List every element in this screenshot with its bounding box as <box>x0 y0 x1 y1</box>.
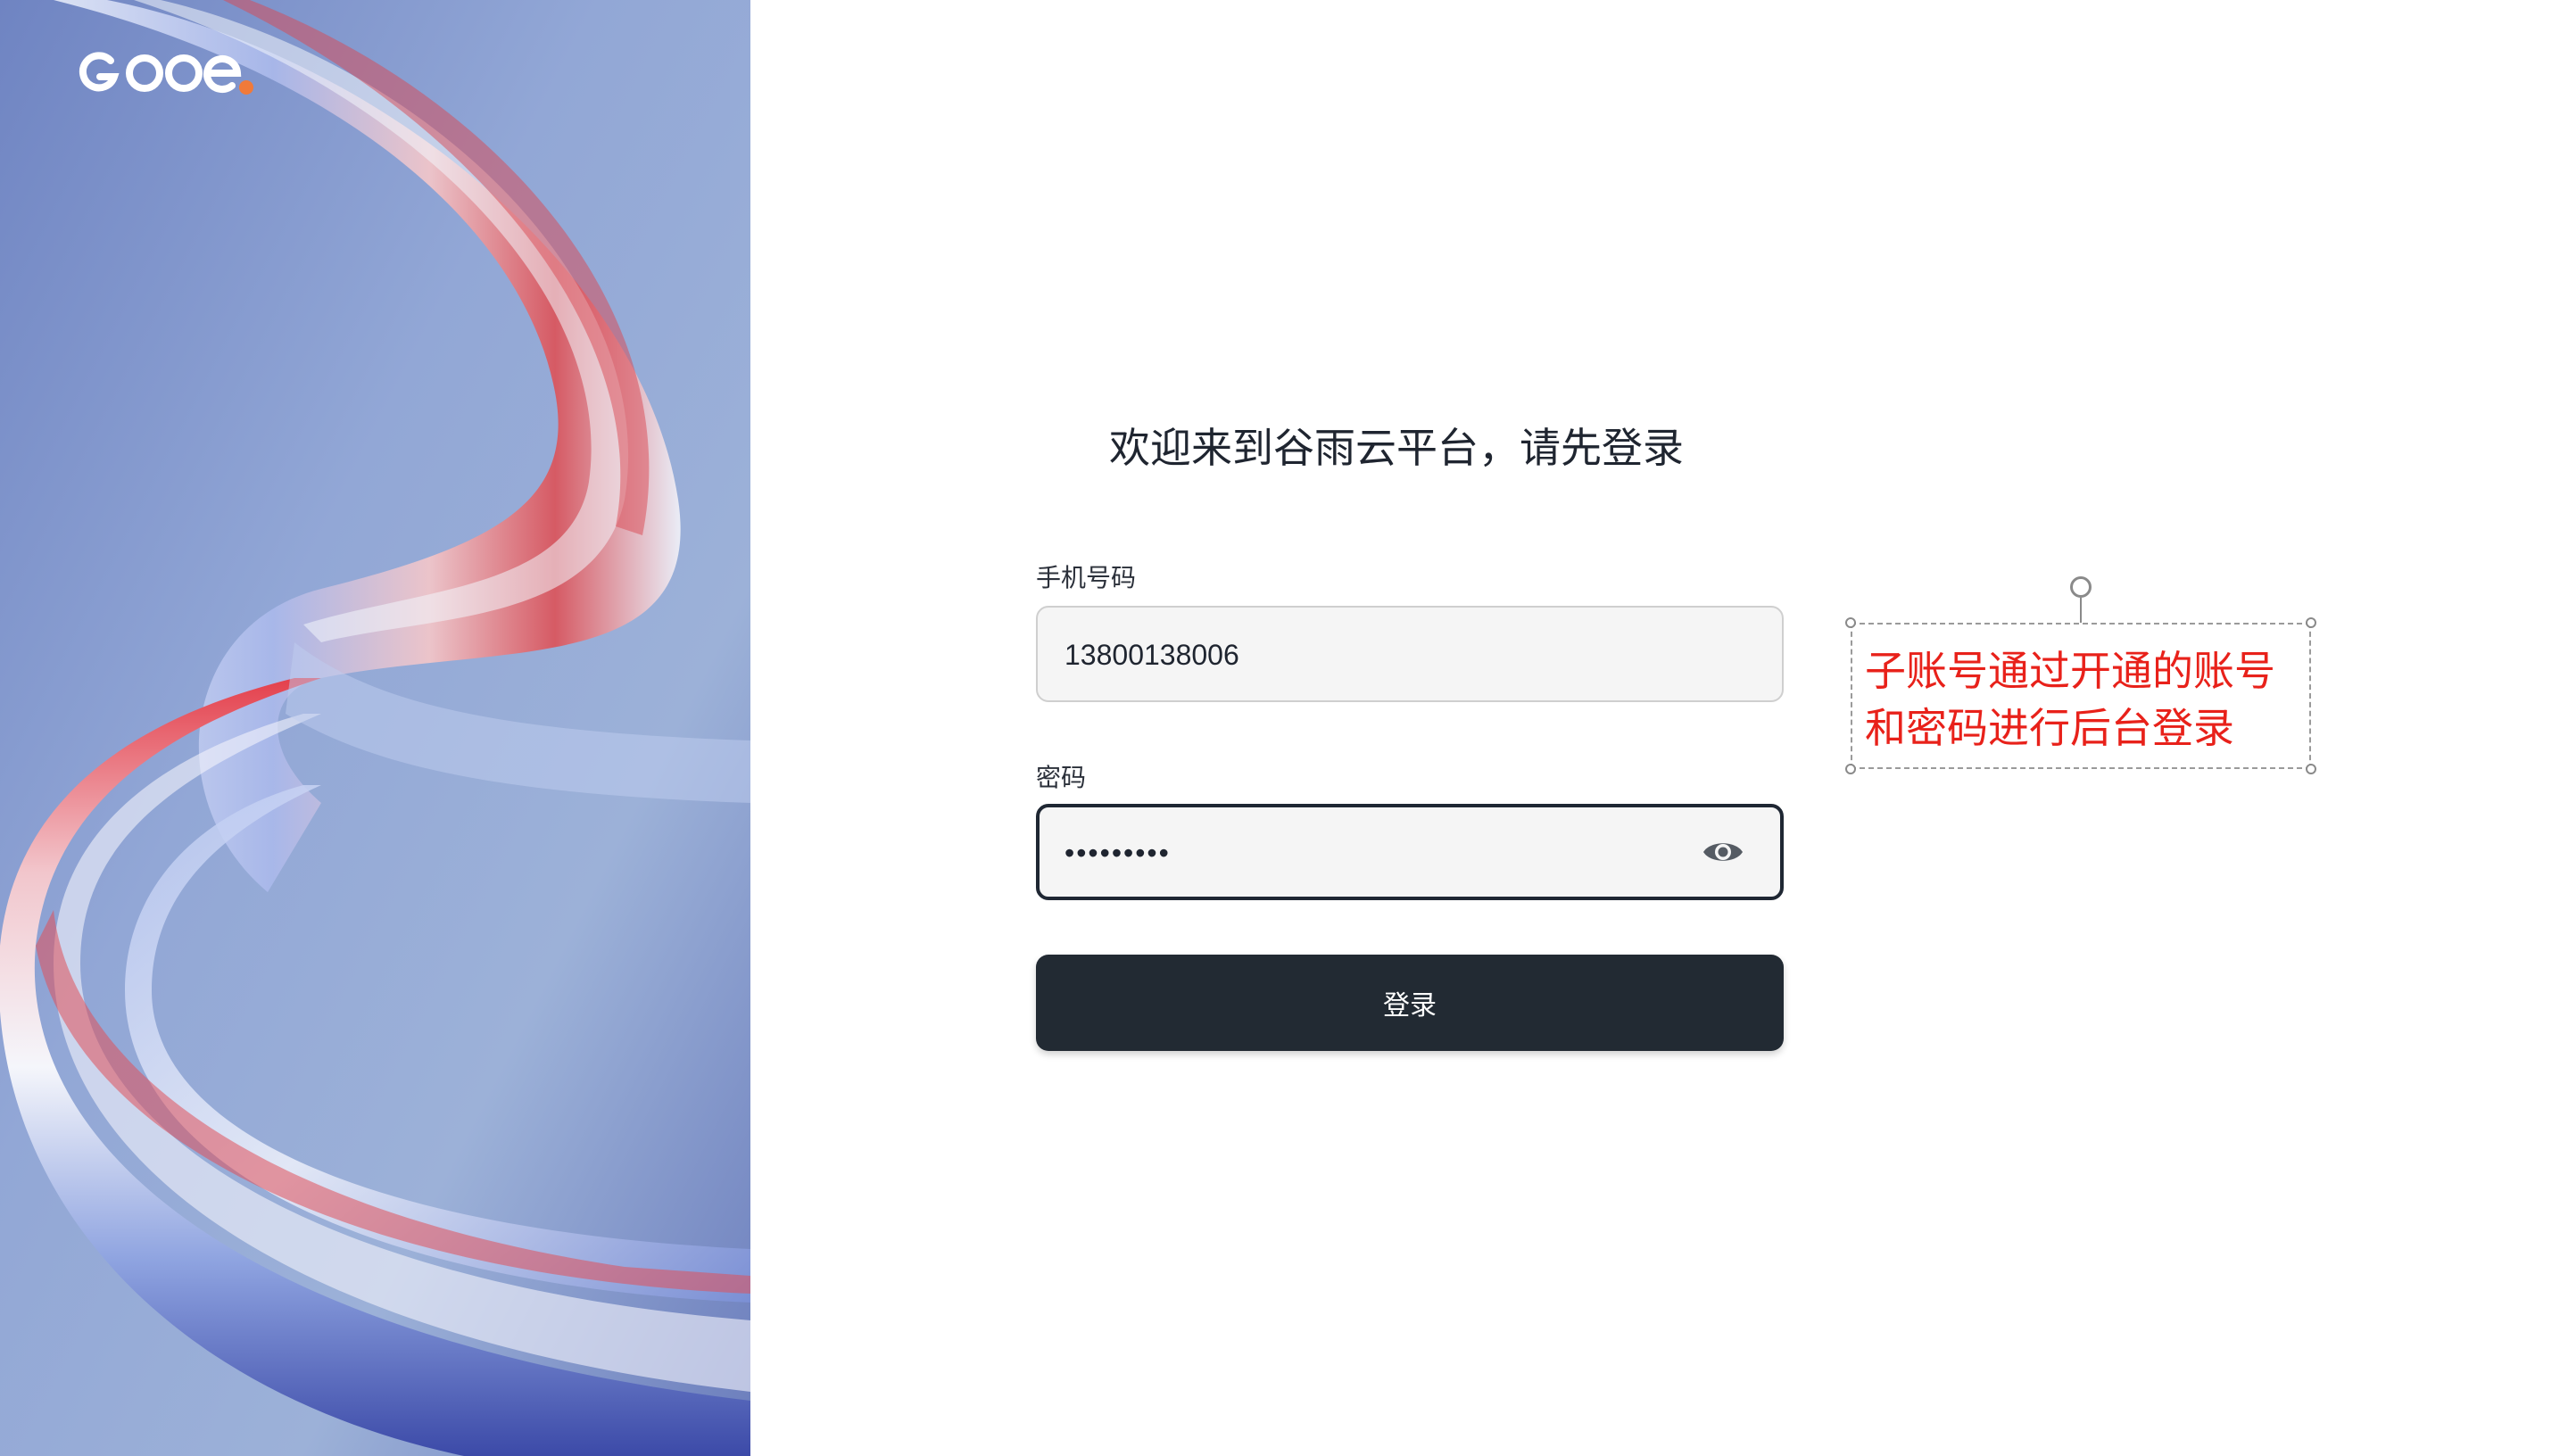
resize-handle-bottom-right[interactable] <box>2306 764 2316 774</box>
phone-label: 手机号码 <box>1036 563 1137 592</box>
password-label: 密码 <box>1036 763 1087 792</box>
rotate-handle-line <box>2080 598 2082 623</box>
eye-icon[interactable] <box>1702 838 1744 866</box>
annotation-textbox[interactable]: 子账号通过开通的账号 和密码进行后台登录 <box>1851 623 2311 769</box>
rotate-handle[interactable] <box>2070 576 2092 598</box>
gooe-logo-icon <box>79 52 253 95</box>
phone-field[interactable] <box>1036 606 1784 702</box>
annotation-text: 子账号通过开通的账号 和密码进行后台登录 <box>1865 642 2311 757</box>
hero-artwork-panel <box>0 0 750 1456</box>
resize-handle-top-right[interactable] <box>2306 617 2316 628</box>
resize-handle-bottom-left[interactable] <box>1845 764 1856 774</box>
login-button[interactable]: 登录 <box>1036 955 1784 1051</box>
annotation-line-1: 子账号通过开通的账号 <box>1865 647 2275 695</box>
phone-input[interactable] <box>1063 608 1691 702</box>
ribbon-artwork <box>0 0 750 1456</box>
resize-handle-top-left[interactable] <box>1845 617 1856 628</box>
password-input[interactable] <box>1063 807 1691 898</box>
welcome-title: 欢迎来到谷雨云平台，请先登录 <box>1109 424 1684 472</box>
annotation-line-2: 和密码进行后台登录 <box>1865 704 2234 752</box>
password-field[interactable] <box>1036 804 1784 900</box>
